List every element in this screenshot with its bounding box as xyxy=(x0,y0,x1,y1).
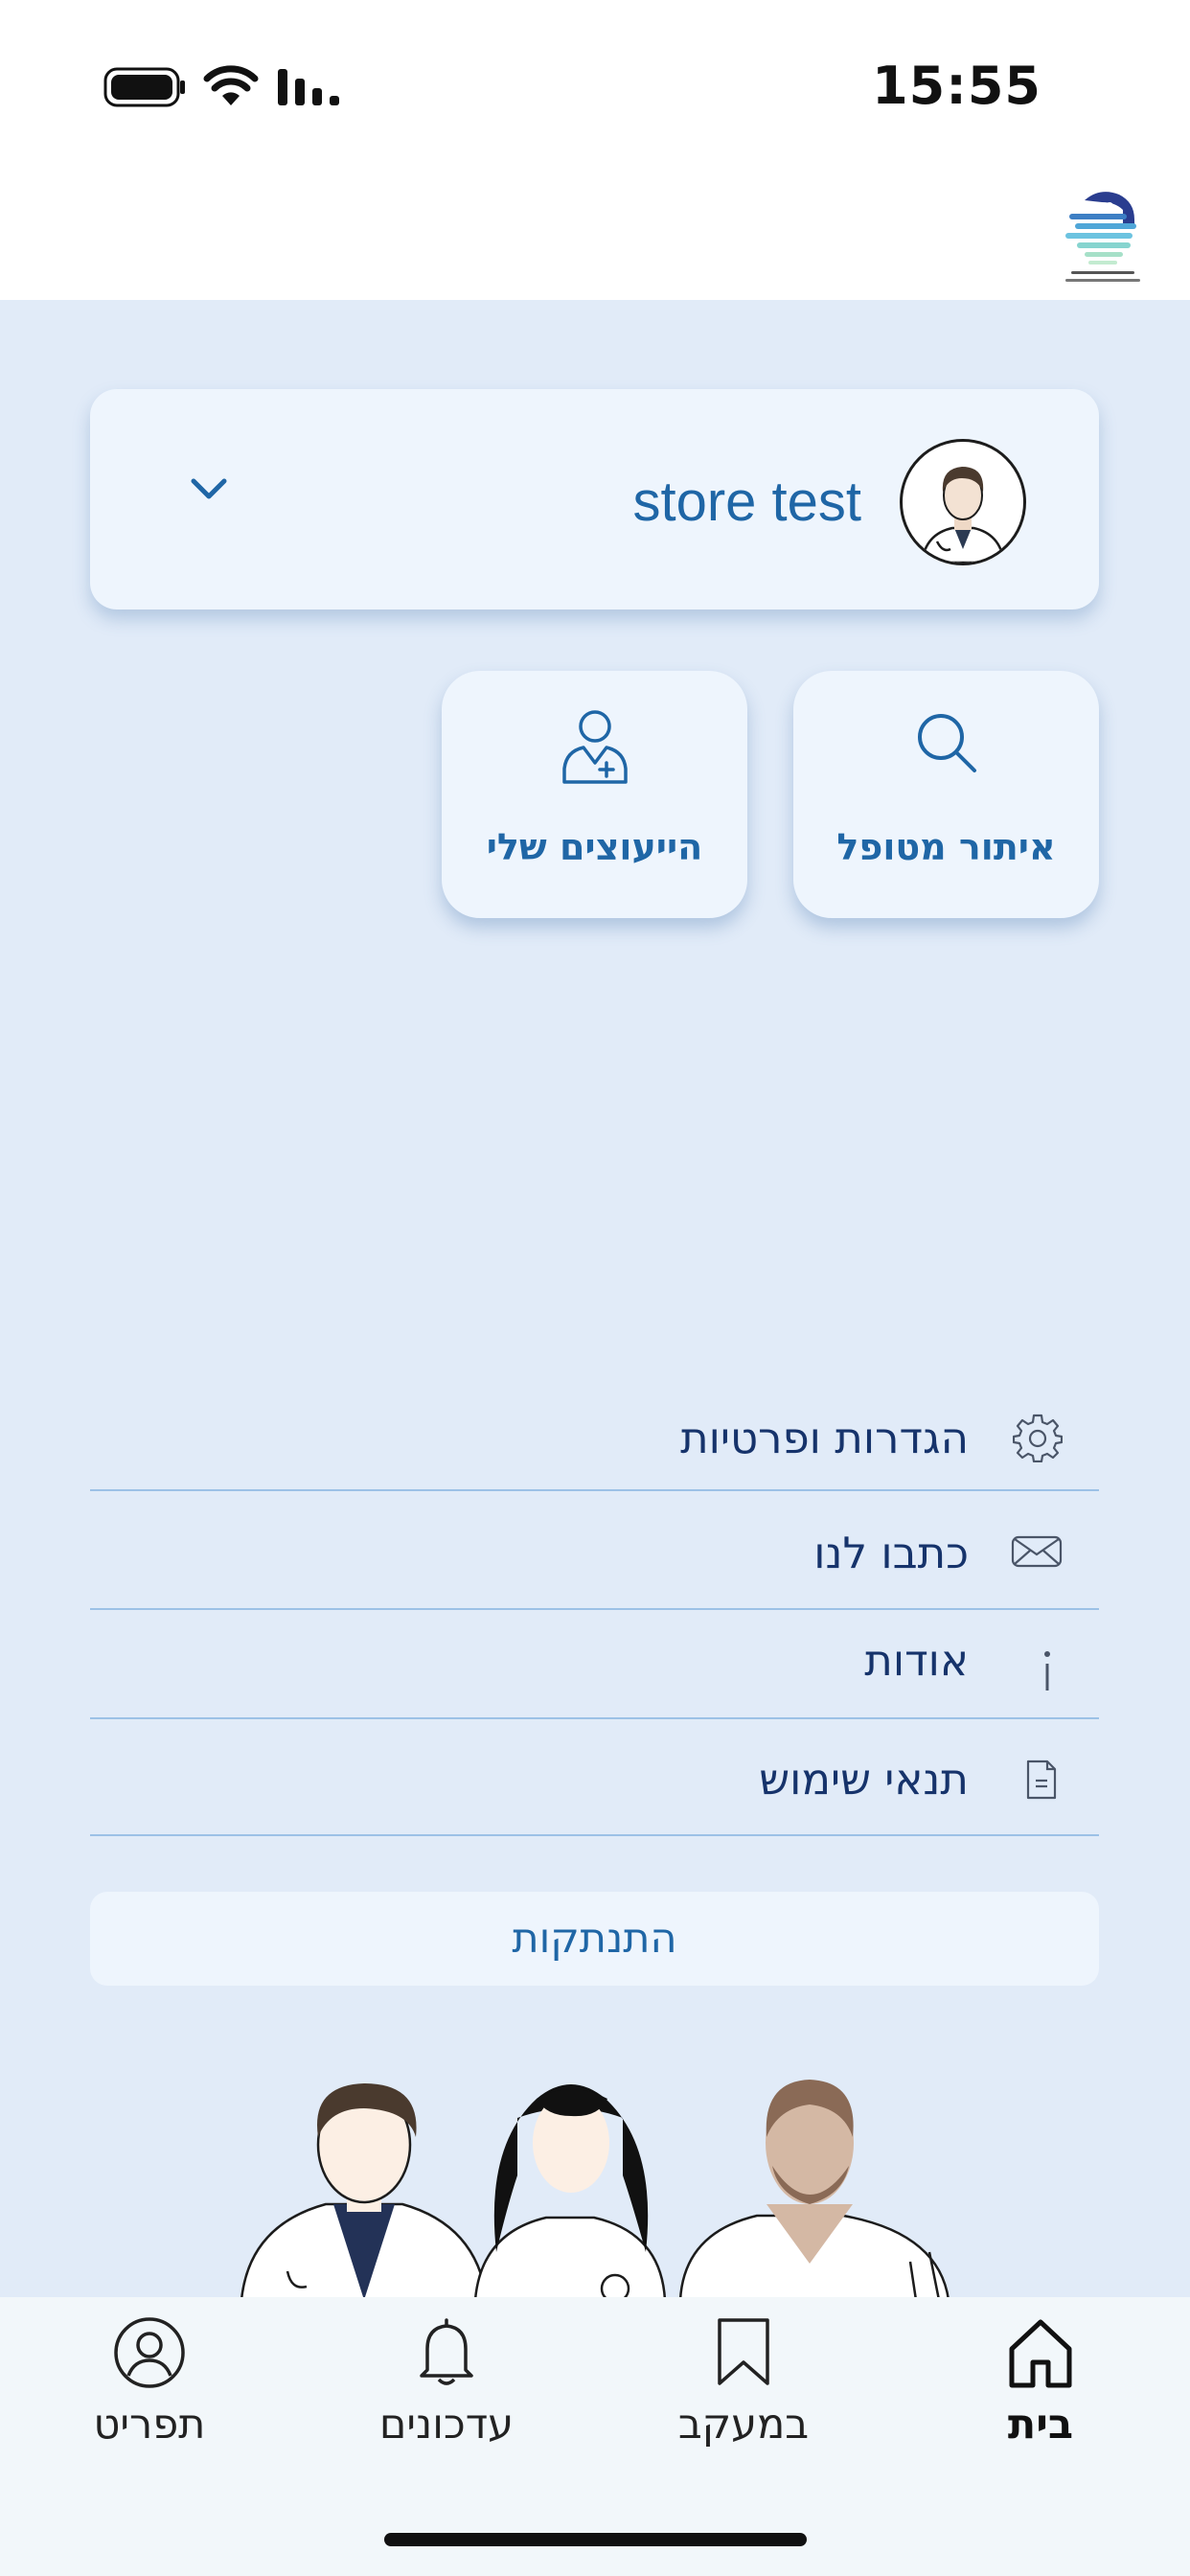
menu-item-contact-label: כתבו לנו xyxy=(813,1528,969,1578)
app-logo[interactable] xyxy=(1062,187,1144,292)
wifi-icon xyxy=(203,65,259,105)
doctor-avatar-icon xyxy=(920,467,1006,563)
user-circle-icon xyxy=(114,2317,185,2388)
medical-staff-illustration xyxy=(240,2080,950,2300)
tab-tracking-label: במעקב xyxy=(677,2401,810,2449)
document-icon xyxy=(1026,1760,1057,1800)
my-consultations-label: הייעוצים שלי xyxy=(486,826,703,868)
find-patient-label: איתור מטופל xyxy=(836,826,1056,868)
battery-icon xyxy=(103,67,185,107)
tab-tracking[interactable]: במעקב xyxy=(629,2297,858,2489)
tab-menu-label: תפריט xyxy=(93,2401,206,2449)
tab-updates-label: עדכונים xyxy=(378,2401,515,2449)
bookmark-icon xyxy=(718,2318,769,2385)
tab-home[interactable]: בית xyxy=(926,2297,1156,2489)
home-indicator xyxy=(384,2533,807,2546)
tab-menu[interactable]: תפריט xyxy=(34,2297,264,2489)
menu-item-about-label: אודות xyxy=(864,1635,969,1686)
menu-item-contact[interactable]: כתבו לנו xyxy=(90,1491,1099,1610)
menu-item-terms-label: תנאי שימוש xyxy=(759,1754,969,1805)
envelope-icon xyxy=(1011,1535,1063,1568)
menu-item-about[interactable]: אודות xyxy=(90,1610,1099,1719)
logout-button[interactable]: התנתקות xyxy=(90,1892,1099,1986)
chevron-down-icon[interactable] xyxy=(190,475,228,504)
bell-icon xyxy=(420,2318,473,2385)
gear-icon xyxy=(1013,1414,1063,1462)
menu-item-settings-label: הגדרות ופרטיות xyxy=(680,1413,969,1463)
tab-updates[interactable]: עדכונים xyxy=(332,2297,561,2489)
status-time: 15:55 xyxy=(872,56,1041,116)
tab-home-label: בית xyxy=(1007,2401,1074,2449)
user-avatar xyxy=(900,439,1026,565)
user-name: store test xyxy=(632,471,861,533)
status-bar: 15:55 xyxy=(0,0,1190,177)
medical-user-icon xyxy=(561,710,628,784)
menu-item-terms[interactable]: תנאי שימוש xyxy=(90,1719,1099,1836)
app-header xyxy=(0,177,1190,300)
cellular-signal-icon xyxy=(278,69,339,105)
home-icon xyxy=(1009,2319,1072,2388)
menu-item-settings[interactable]: הגדרות ופרטיות xyxy=(90,1386,1099,1491)
my-consultations-tile[interactable]: הייעוצים שלי xyxy=(442,671,747,918)
search-icon xyxy=(917,714,976,772)
user-selector-card[interactable]: store test xyxy=(90,389,1099,610)
find-patient-tile[interactable]: איתור מטופל xyxy=(793,671,1099,918)
info-icon xyxy=(1044,1651,1050,1690)
